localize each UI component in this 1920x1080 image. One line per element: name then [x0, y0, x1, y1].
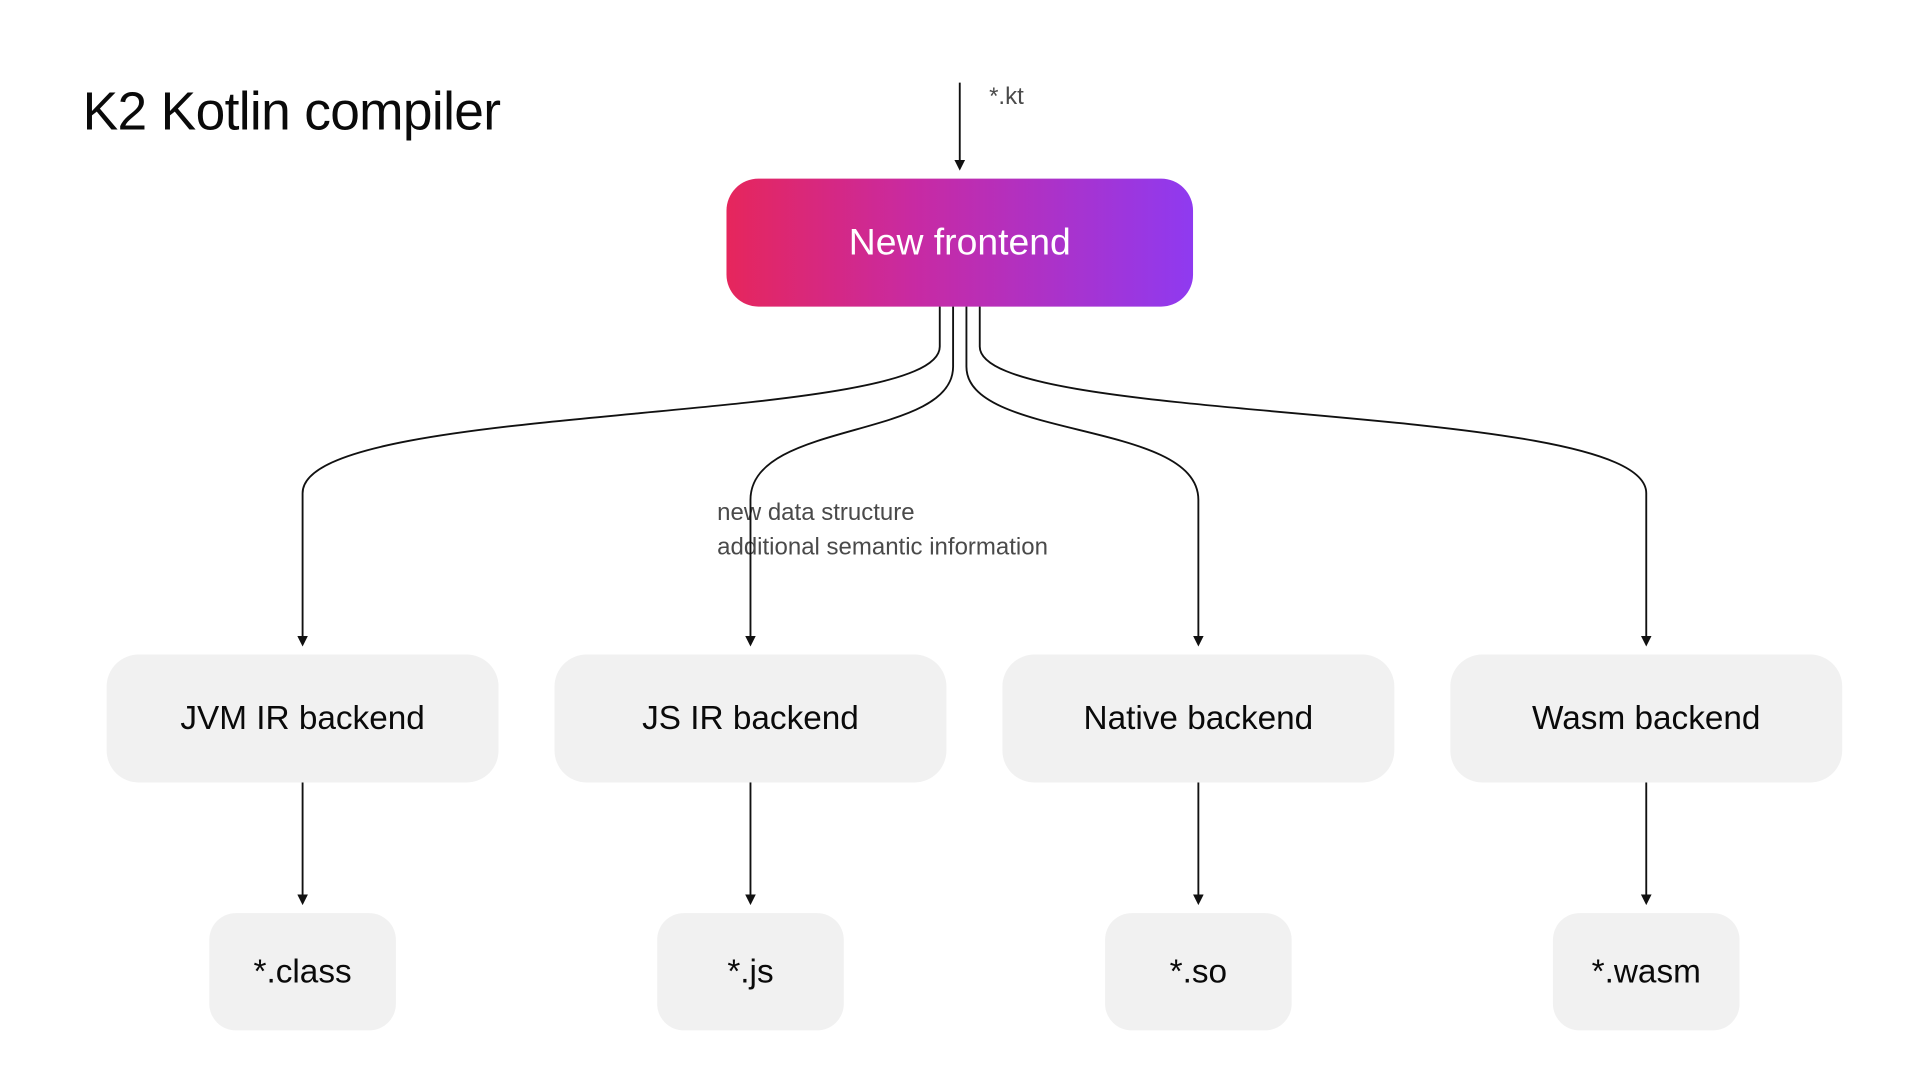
backend-node-jvm: JVM IR backend [107, 655, 499, 783]
frontend-node-label: New frontend [849, 221, 1071, 264]
output-node-label: *.class [253, 952, 351, 991]
edge-annotation: new data structure additional semantic i… [717, 495, 1048, 565]
backend-node-label: Wasm backend [1532, 699, 1760, 738]
output-node-class: *.class [209, 913, 396, 1030]
edge-annotation-line2: additional semantic information [717, 529, 1048, 564]
arrow-frontend-js [750, 307, 953, 644]
output-node-label: *.so [1170, 952, 1227, 991]
output-node-wasm: *.wasm [1553, 913, 1740, 1030]
backend-node-label: JVM IR backend [180, 699, 425, 738]
output-node-so: *.so [1105, 913, 1292, 1030]
diagram-title: K2 Kotlin compiler [83, 83, 501, 143]
input-file-label: *.kt [989, 83, 1024, 111]
output-node-label: *.js [727, 952, 773, 991]
frontend-node: New frontend [726, 179, 1193, 307]
backend-node-label: Native backend [1083, 699, 1313, 738]
output-node-js: *.js [657, 913, 844, 1030]
backend-node-label: JS IR backend [642, 699, 859, 738]
output-node-label: *.wasm [1592, 952, 1701, 991]
edge-annotation-line1: new data structure [717, 495, 1048, 530]
backend-node-wasm: Wasm backend [1450, 655, 1842, 783]
backend-node-js: JS IR backend [555, 655, 947, 783]
arrow-frontend-native [966, 307, 1198, 644]
backend-node-native: Native backend [1002, 655, 1394, 783]
arrow-frontend-wasm [980, 307, 1646, 644]
arrow-frontend-jvm [303, 307, 940, 644]
